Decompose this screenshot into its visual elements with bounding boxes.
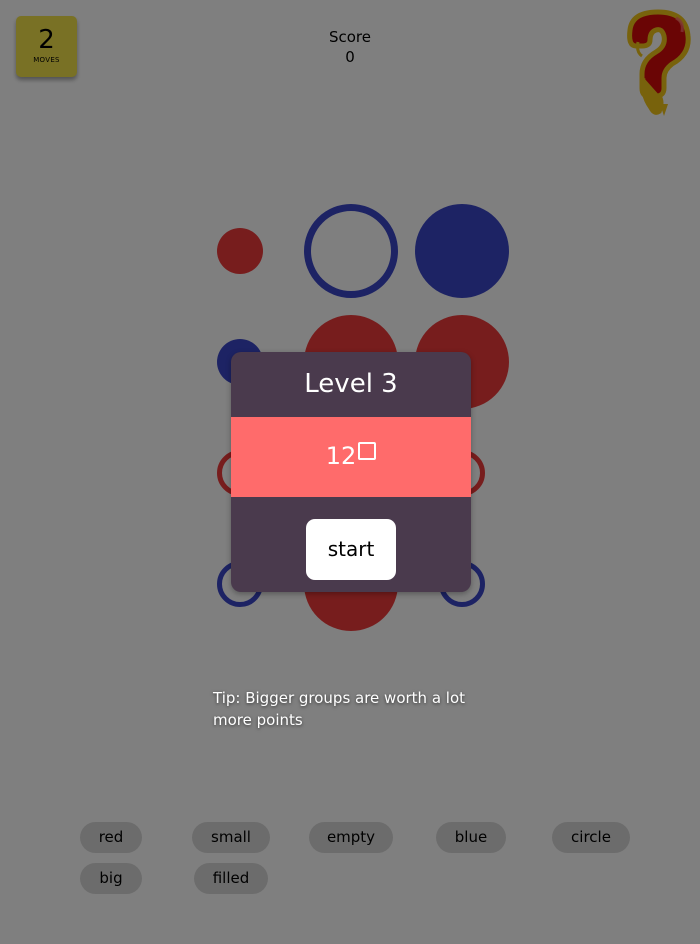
start-button[interactable]: start <box>306 519 396 580</box>
level-start-dialog: Level 3 12 start <box>231 352 471 592</box>
goal-value: 12 <box>325 442 357 470</box>
level-goal-band: 12 <box>231 417 471 497</box>
level-goal: 12 <box>231 439 471 473</box>
game-screen: 2 MOVES Score 0 Tip: Bigger groups are w… <box>0 0 700 944</box>
square-icon <box>358 442 377 460</box>
tip-text: Tip: Bigger groups are worth a lot more … <box>213 689 466 729</box>
level-title: Level 3 <box>304 369 398 399</box>
